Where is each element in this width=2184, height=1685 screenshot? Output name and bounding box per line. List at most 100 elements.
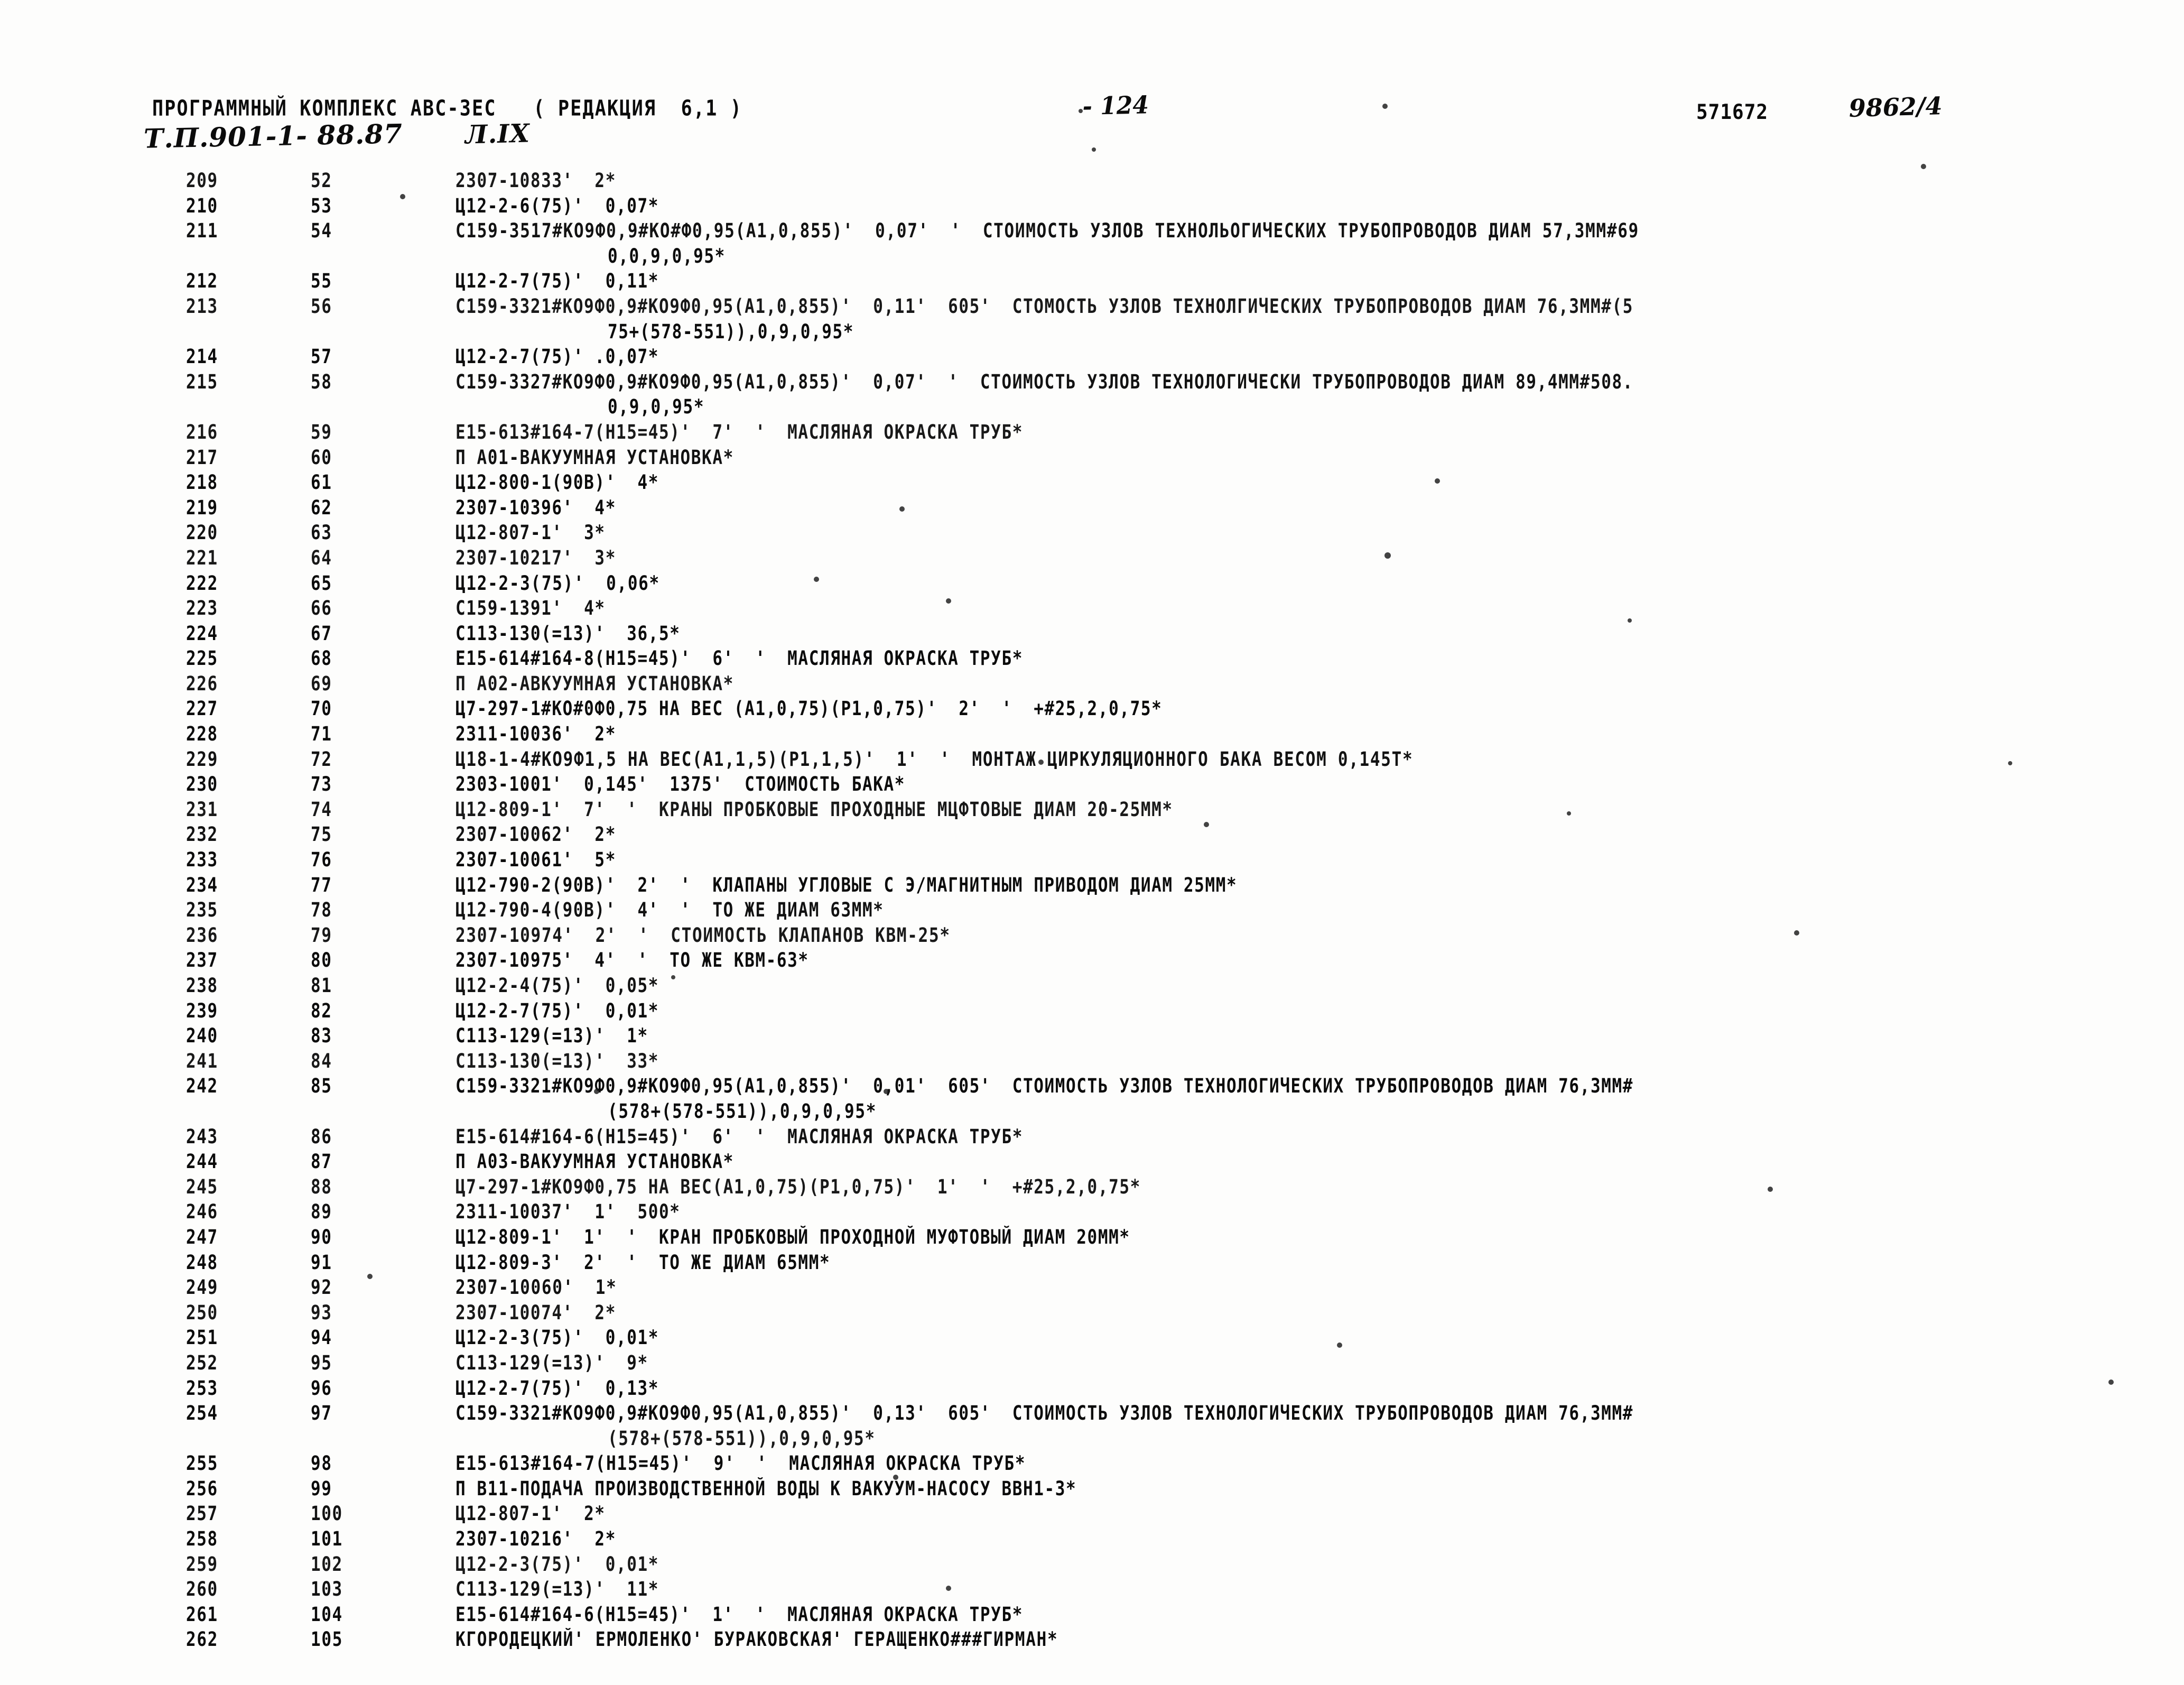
row-line-number: 224 bbox=[186, 622, 218, 645]
row-sequence-number: 66 bbox=[311, 597, 332, 621]
listing-row: 249 92 2307-10060' 1* bbox=[0, 1275, 2184, 1300]
row-directive-text: 2307-10074' 2* bbox=[456, 1301, 616, 1325]
listing-row: 251 94 Ц12-2-3(75)' 0,01* bbox=[0, 1325, 2184, 1350]
row-directive-continuation-text: 75+(578-551)),0,9,0,95* bbox=[608, 320, 854, 344]
listing-row: 248 91 Ц12-809-3' 2' ' ТО ЖЕ ДИАМ 65ММ* bbox=[0, 1250, 2184, 1275]
row-line-number: 259 bbox=[186, 1552, 218, 1576]
listing-row: 226 69 П А02-АВКУУМНАЯ УСТАНОВКА* bbox=[0, 671, 2184, 697]
row-line-number: 226 bbox=[186, 672, 218, 696]
row-line-number: 225 bbox=[186, 647, 218, 671]
row-directive-text: С113-129(=13)' 1* bbox=[456, 1024, 648, 1048]
listing-row: 228 71 2311-10036' 2* bbox=[0, 721, 2184, 747]
row-line-number: 214 bbox=[186, 345, 218, 369]
row-sequence-number: 55 bbox=[311, 270, 332, 293]
row-line-number: 235 bbox=[186, 899, 218, 922]
row-directive-text: Ц12-790-4(90В)' 4' ' ТО ЖЕ ДИАМ 63ММ* bbox=[456, 899, 884, 922]
row-directive-text: Ц12-800-1(90В)' 4* bbox=[456, 471, 659, 495]
row-line-number: 223 bbox=[186, 597, 218, 621]
row-line-number: 246 bbox=[186, 1200, 218, 1224]
row-sequence-number: 61 bbox=[311, 471, 332, 495]
row-sequence-number: 79 bbox=[311, 923, 332, 947]
listing-row: 233 76 2307-10061' 5* bbox=[0, 847, 2184, 873]
listing-row: 220 63 Ц12-807-1' 3* bbox=[0, 520, 2184, 545]
listing-row: 238 81 Ц12-2-4(75)' 0,05* bbox=[0, 973, 2184, 998]
row-sequence-number: 56 bbox=[311, 294, 332, 318]
row-directive-text: С159-3321#КО9Ф0,9#КО9Ф0,95(А1,0,855)' 0,… bbox=[456, 1402, 1633, 1425]
row-line-number: 221 bbox=[186, 546, 218, 570]
row-sequence-number: 81 bbox=[311, 974, 332, 997]
row-line-number: 218 bbox=[186, 471, 218, 495]
row-directive-text: Ц12-2-3(75)' 0,06* bbox=[456, 571, 660, 595]
row-line-number: 245 bbox=[186, 1175, 218, 1199]
scan-speck bbox=[1079, 109, 1083, 113]
listing-row: 224 67 С113-130(=13)' 36,5* bbox=[0, 621, 2184, 646]
row-directive-text: Ц12-809-1' 7' ' КРАНЫ ПРОБКОВЫЕ ПРОХОДНЫ… bbox=[456, 798, 1173, 821]
sheet-annotation: Л.IX bbox=[464, 118, 531, 150]
row-line-number: 210 bbox=[186, 194, 218, 218]
row-directive-text: 2307-10974' 2' ' СТОИМОСТЬ КЛАПАНОВ КВМ-… bbox=[456, 923, 951, 947]
row-line-number: 230 bbox=[186, 773, 218, 797]
row-sequence-number: 86 bbox=[311, 1125, 332, 1149]
listing-row-continuation: 0,0,9,0,95* bbox=[0, 244, 2184, 269]
row-line-number: 232 bbox=[186, 823, 218, 847]
row-sequence-number: 70 bbox=[311, 697, 332, 721]
row-sequence-number: 92 bbox=[311, 1276, 332, 1300]
row-directive-text: Е15-613#164-7(Н15=45)' 7' ' МАСЛЯНАЯ ОКР… bbox=[456, 420, 1023, 444]
listing-row: 222 65 Ц12-2-3(75)' 0,06* bbox=[0, 571, 2184, 596]
scan-speck bbox=[1768, 1187, 1773, 1192]
row-directive-text: Е15-614#164-8(Н15=45)' 6' ' МАСЛЯНАЯ ОКР… bbox=[456, 647, 1023, 671]
scan-speck bbox=[2008, 761, 2012, 765]
row-sequence-number: 59 bbox=[311, 420, 332, 444]
row-sequence-number: 54 bbox=[311, 219, 332, 243]
row-line-number: 228 bbox=[186, 723, 218, 746]
row-directive-text: П А03-ВАКУУМНАЯ УСТАНОВКА* bbox=[456, 1150, 734, 1174]
row-directive-text: Ц18-1-4#КО9Ф1,5 НА ВЕС(А1,1,5)(Р1,1,5)' … bbox=[456, 747, 1414, 771]
scan-speck bbox=[400, 194, 405, 199]
row-sequence-number: 58 bbox=[311, 370, 332, 394]
listing-row: 214 57 Ц12-2-7(75)' .0,07* bbox=[0, 344, 2184, 369]
listing-row: 253 96 Ц12-2-7(75)' 0,13* bbox=[0, 1376, 2184, 1401]
scan-speck bbox=[1794, 930, 1799, 936]
row-sequence-number: 52 bbox=[311, 169, 332, 192]
row-sequence-number: 98 bbox=[311, 1452, 332, 1476]
row-directive-text: Ц12-2-7(75)' 0,11* bbox=[456, 270, 659, 293]
row-directive-text: Е15-614#164-6(Н15=45)' 6' ' МАСЛЯНАЯ ОКР… bbox=[456, 1125, 1023, 1149]
row-sequence-number: 73 bbox=[311, 773, 332, 797]
listing-row-continuation: (578+(578-551)),0,9,0,95* bbox=[0, 1099, 2184, 1124]
row-line-number: 236 bbox=[186, 923, 219, 947]
row-sequence-number: 65 bbox=[311, 571, 332, 595]
row-directive-continuation-text: (578+(578-551)),0,9,0,95* bbox=[608, 1099, 877, 1123]
scan-speck bbox=[899, 506, 905, 512]
scan-speck bbox=[1092, 147, 1096, 152]
row-line-number: 239 bbox=[186, 999, 218, 1023]
row-sequence-number: 78 bbox=[311, 899, 332, 922]
scan-speck bbox=[946, 1586, 951, 1591]
row-sequence-number: 102 bbox=[311, 1552, 343, 1576]
row-line-number: 222 bbox=[186, 571, 219, 595]
row-sequence-number: 75 bbox=[311, 823, 332, 847]
listing-row: 239 82 Ц12-2-7(75)' 0,01* bbox=[0, 998, 2184, 1024]
scan-speck bbox=[1435, 478, 1440, 484]
scan-speck bbox=[884, 1089, 889, 1094]
listing-row: 241 84 С113-130(=13)' 33* bbox=[0, 1049, 2184, 1074]
listing-row: 216 59 Е15-613#164-7(Н15=45)' 7' ' МАСЛЯНА… bbox=[0, 420, 2184, 445]
listing-row: 218 61 Ц12-800-1(90В)' 4* bbox=[0, 470, 2184, 495]
row-directive-text: С159-3517#КО9Ф0,9#КО#Ф0,95(А1,0,855)' 0,… bbox=[456, 219, 1639, 243]
row-directive-continuation-text: 0,9,0,95* bbox=[608, 395, 705, 419]
row-sequence-number: 60 bbox=[311, 446, 332, 469]
series-annotation: Т.П.901-1- 88.87 bbox=[143, 118, 403, 154]
row-sequence-number: 101 bbox=[311, 1527, 343, 1551]
listing-row: 215 58 С159-3327#КО9Ф0,9#КО9Ф0,95(А1,0,855… bbox=[0, 369, 2184, 395]
listing-row: 245 88 Ц7-297-1#КО9Ф0,75 НА ВЕС(А1,0,75)(Р… bbox=[0, 1174, 2184, 1200]
row-directive-text: 2307-10061' 5* bbox=[456, 848, 616, 872]
listing-row: 210 53 Ц12-2-6(75)' 0,07* bbox=[0, 193, 2184, 219]
row-sequence-number: 63 bbox=[311, 521, 332, 545]
row-line-number: 258 bbox=[186, 1527, 218, 1551]
scan-speck bbox=[1337, 1343, 1342, 1348]
row-directive-text: КГОРОДЕЦКИЙ' ЕРМОЛЕНКО' БУРАКОВСКАЯ' ГЕР… bbox=[456, 1628, 1058, 1652]
listing-row: 236 79 2307-10974' 2' ' СТОИМОСТЬ КЛАПАНОВ… bbox=[0, 923, 2184, 948]
row-sequence-number: 103 bbox=[311, 1578, 343, 1601]
row-directive-text: 2303-1001' 0,145' 1375' СТОИМОСТЬ БАКА* bbox=[456, 773, 906, 797]
row-line-number: 255 bbox=[186, 1452, 219, 1476]
page-header: ПРОГРАММНЫЙ КОМПЛЕКС АВС-ЗЕС ( РЕДАКЦИЯ … bbox=[0, 0, 2184, 159]
